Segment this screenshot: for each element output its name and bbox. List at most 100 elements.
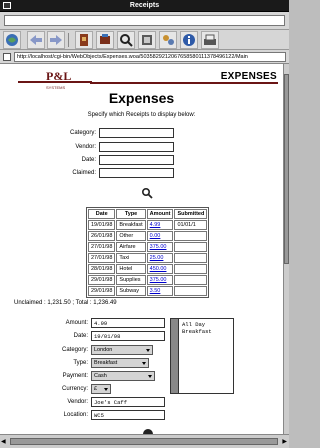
cell-submitted bbox=[174, 253, 208, 263]
filter-date-label: Date: bbox=[81, 157, 96, 163]
bookmark-icon[interactable] bbox=[75, 31, 93, 49]
cell-submitted bbox=[174, 286, 208, 296]
detail-currency-row: Currency: £ bbox=[0, 384, 170, 395]
page-content: P&L SYSTEMS EXPENSES Expenses Specify wh… bbox=[0, 64, 283, 434]
detail-vendor-row: Vendor: Joe's Caff bbox=[0, 397, 170, 408]
notes-text: All Day Breakfast bbox=[182, 321, 212, 335]
top-text-field[interactable] bbox=[4, 15, 285, 26]
amount-link[interactable]: 4.99 bbox=[150, 222, 161, 228]
currency-select[interactable]: £ bbox=[91, 384, 111, 394]
cell-submitted bbox=[174, 231, 208, 241]
cell-submitted: 01/01/1 bbox=[174, 220, 208, 230]
table-row: 29/01/98 Supplies 375.00 bbox=[88, 275, 208, 285]
amount-link[interactable]: 25.00 bbox=[150, 255, 164, 261]
cell-date: 28/01/98 bbox=[88, 264, 116, 274]
vertical-scroll-thumb[interactable] bbox=[284, 74, 289, 264]
category-select[interactable]: London bbox=[91, 345, 153, 355]
cell-submitted bbox=[174, 264, 208, 274]
cell-amount: 375.00 bbox=[146, 275, 174, 285]
chevron-down-icon bbox=[142, 362, 146, 365]
vendor-label: Vendor: bbox=[67, 399, 88, 405]
payment-select[interactable]: Cash bbox=[91, 371, 155, 381]
intro-text: Specify which Receipts to display below: bbox=[87, 112, 196, 118]
chevron-down-icon bbox=[104, 388, 108, 391]
cell-date: 29/01/98 bbox=[88, 275, 116, 285]
filter-claimed-input[interactable] bbox=[99, 168, 174, 178]
currency-value: £ bbox=[94, 386, 98, 392]
notes-textarea[interactable]: All Day Breakfast bbox=[170, 318, 234, 394]
scroll-left-icon[interactable]: ◀ bbox=[1, 438, 6, 445]
cell-type: Hotel bbox=[116, 264, 146, 274]
amount-link[interactable]: 375.00 bbox=[150, 277, 167, 283]
filter-category-input[interactable] bbox=[99, 128, 174, 138]
cell-type: Taxi bbox=[116, 253, 146, 263]
print-icon[interactable] bbox=[96, 31, 114, 49]
forward-icon[interactable] bbox=[47, 31, 65, 49]
amount-link[interactable]: 3.50 bbox=[150, 288, 161, 294]
filter-date-input[interactable] bbox=[99, 155, 174, 165]
brand-title: EXPENSES bbox=[220, 71, 277, 82]
horizontal-scroll-thumb[interactable] bbox=[10, 438, 278, 445]
table-row: 19/01/98 Breakfast 4.99 01/01/1 bbox=[88, 220, 208, 230]
amount-link[interactable]: 375.00 bbox=[150, 244, 167, 250]
toolbar-separator bbox=[68, 33, 69, 47]
detail-category-row: Category: London bbox=[0, 345, 170, 356]
cell-amount: 450.00 bbox=[146, 264, 174, 274]
cell-type: Breakfast bbox=[116, 220, 146, 230]
print-page-icon[interactable] bbox=[201, 31, 219, 49]
type-value: Breakfast bbox=[94, 360, 118, 366]
col-date: Date bbox=[88, 209, 116, 219]
detail-type-row: Type: Breakfast bbox=[0, 358, 170, 369]
amount-link[interactable]: 450.00 bbox=[150, 266, 167, 272]
amount-input[interactable]: 4.99 bbox=[91, 318, 165, 328]
home-icon[interactable] bbox=[3, 31, 21, 49]
filter-vendor-input[interactable] bbox=[99, 142, 174, 152]
date-label: Date: bbox=[73, 333, 88, 339]
location-input[interactable]: WC5 bbox=[91, 410, 165, 420]
notes-scrollbar[interactable] bbox=[171, 319, 179, 393]
category-value: London bbox=[94, 347, 113, 353]
url-field[interactable]: http://localhost/cgi-bin/WebObjects/Expe… bbox=[14, 52, 286, 62]
type-label: Type: bbox=[73, 360, 88, 366]
info-icon[interactable] bbox=[180, 31, 198, 49]
scroll-right-icon[interactable]: ▶ bbox=[282, 438, 287, 445]
chevron-down-icon bbox=[148, 375, 152, 378]
options-icon[interactable] bbox=[138, 31, 156, 49]
cell-date: 29/01/98 bbox=[88, 286, 116, 296]
cell-submitted bbox=[174, 275, 208, 285]
vertical-scrollbar[interactable] bbox=[283, 64, 289, 434]
find-icon[interactable] bbox=[117, 31, 135, 49]
cell-amount: 375.00 bbox=[146, 242, 174, 252]
horizontal-scrollbar[interactable]: ◀ ▶ bbox=[0, 434, 289, 448]
page-title: Expenses bbox=[108, 90, 175, 106]
location-label: Location: bbox=[63, 412, 88, 418]
table-row: 29/01/98 Subway 3.50 bbox=[88, 286, 208, 296]
search-icon[interactable] bbox=[141, 187, 153, 199]
cell-submitted bbox=[174, 242, 208, 252]
receipts-table: Date Type Amount Submitted 19/01/98 Break… bbox=[86, 207, 210, 298]
table-header-row: Date Type Amount Submitted bbox=[88, 209, 208, 219]
status-bar-top bbox=[0, 12, 289, 30]
currency-label: Currency: bbox=[61, 386, 88, 392]
detail-location-row: Location: WC5 bbox=[0, 410, 170, 421]
cell-date: 26/01/98 bbox=[88, 231, 116, 241]
category-label: Category: bbox=[61, 347, 88, 353]
filter-claimed-row: Claimed: bbox=[0, 168, 283, 179]
security-icon[interactable] bbox=[159, 31, 177, 49]
col-amount: Amount bbox=[146, 209, 174, 219]
date-input[interactable]: 19/01/98 bbox=[91, 331, 165, 341]
cell-type: Subway bbox=[116, 286, 146, 296]
type-select[interactable]: Breakfast bbox=[91, 358, 149, 368]
cell-amount: 3.50 bbox=[146, 286, 174, 296]
location-bar: http://localhost/cgi-bin/WebObjects/Expe… bbox=[0, 50, 289, 64]
table-row: 27/01/98 Airfare 375.00 bbox=[88, 242, 208, 252]
payment-label: Payment: bbox=[62, 373, 88, 379]
back-icon[interactable] bbox=[27, 31, 45, 49]
brand-rule bbox=[90, 82, 278, 84]
cell-amount: 0.00 bbox=[146, 231, 174, 241]
amount-link[interactable]: 0.00 bbox=[150, 233, 161, 239]
vendor-input[interactable]: Joe's Caff bbox=[91, 397, 165, 407]
filter-claimed-label: Claimed: bbox=[72, 170, 96, 176]
cell-date: 27/01/98 bbox=[88, 242, 116, 252]
svg-text:P&L: P&L bbox=[46, 69, 71, 83]
